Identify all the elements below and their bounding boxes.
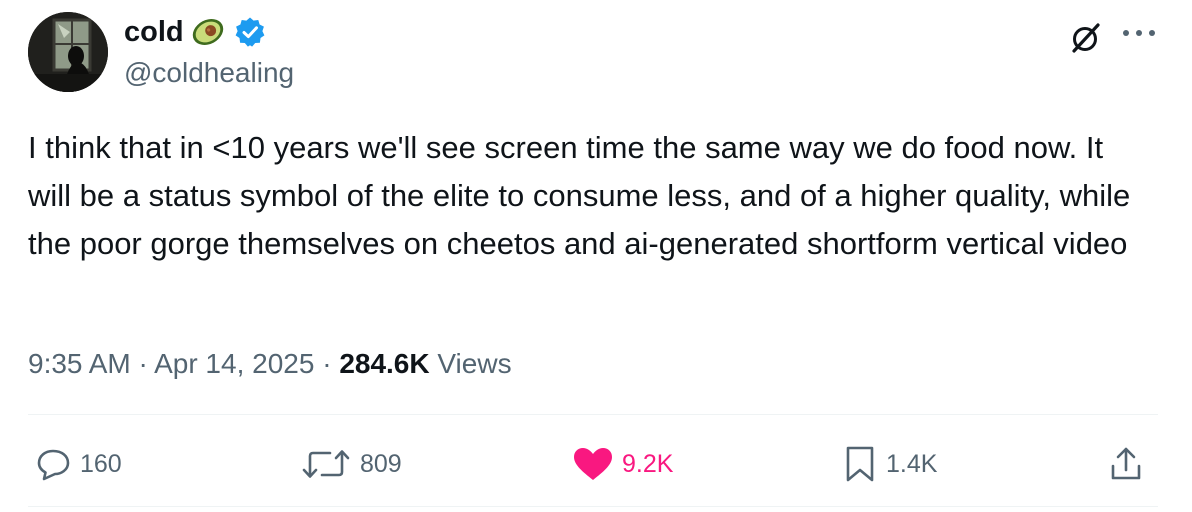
repost-count: 809 — [360, 449, 402, 478]
share-icon — [1111, 447, 1141, 480]
divider — [28, 414, 1158, 415]
reply-icon — [37, 449, 70, 481]
more-options-icon[interactable] — [1117, 22, 1161, 44]
tweet-date[interactable]: Apr 14, 2025 — [154, 348, 314, 379]
display-name[interactable]: cold — [124, 14, 184, 50]
bookmark-icon — [846, 446, 874, 482]
avatar[interactable] — [28, 12, 108, 92]
meta-separator: · — [322, 348, 332, 379]
views-label: Views — [437, 348, 512, 379]
meta-separator: · — [138, 348, 148, 379]
divider — [28, 506, 1158, 507]
like-count: 9.2K — [622, 449, 674, 478]
tweet-meta: 9:35 AM · Apr 14, 2025 · 284.6K Views — [28, 345, 512, 383]
repost-button[interactable]: 809 — [300, 444, 402, 484]
views-count[interactable]: 284.6K — [339, 348, 429, 379]
like-button[interactable]: 9.2K — [572, 444, 673, 484]
verified-badge-icon[interactable] — [234, 16, 266, 48]
author-handle[interactable]: @coldhealing — [124, 56, 294, 90]
reply-button[interactable]: 160 — [36, 444, 122, 484]
author-name-row[interactable]: cold — [124, 14, 266, 50]
bookmark-button[interactable]: 1.4K — [842, 444, 937, 484]
bookmark-count: 1.4K — [886, 449, 938, 478]
share-button[interactable] — [1108, 444, 1144, 484]
avatar-image — [28, 12, 108, 92]
avocado-icon — [190, 15, 226, 49]
reply-count: 160 — [80, 449, 122, 478]
repost-icon — [302, 450, 350, 478]
heart-icon — [574, 448, 612, 480]
grok-icon[interactable] — [1070, 22, 1102, 54]
tweet-text: I think that in <10 years we'll see scre… — [28, 130, 1131, 261]
tweet-time[interactable]: 9:35 AM — [28, 348, 131, 379]
